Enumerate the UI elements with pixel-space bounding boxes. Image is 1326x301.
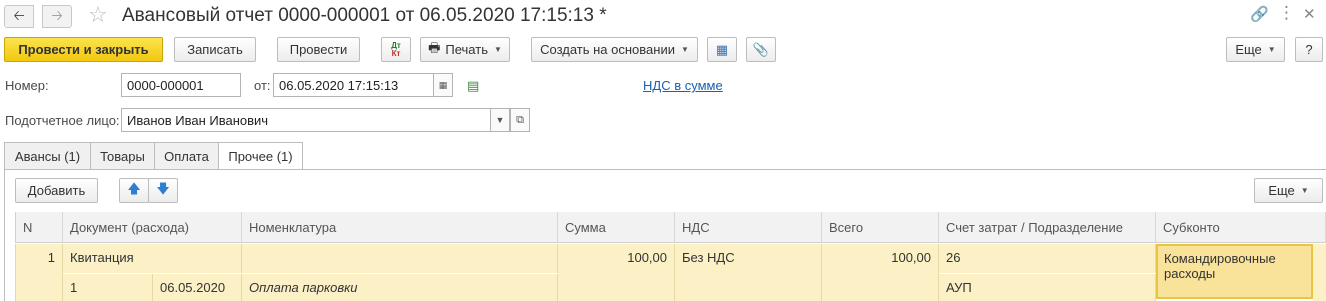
subconto-cell[interactable]: Командировочные расходы <box>1156 244 1313 299</box>
chevron-down-icon: ▼ <box>1300 186 1309 195</box>
create-based-label: Создать на основании <box>540 42 675 57</box>
create-based-on-button[interactable]: Создать на основании ▼ <box>531 37 698 62</box>
column-header-document[interactable]: Документ (расхода) <box>63 212 242 243</box>
printer-icon: 🖶 <box>428 39 441 55</box>
column-header-total[interactable]: Всего <box>822 212 939 243</box>
nomenclature-cell[interactable] <box>242 244 558 273</box>
open-icon[interactable]: ⧉ <box>510 108 530 132</box>
more-button[interactable]: Еще ▼ <box>1226 37 1285 62</box>
tab-other[interactable]: Прочее (1) <box>218 142 303 170</box>
document-date-cell[interactable]: 06.05.2020 <box>153 274 242 301</box>
move-up-button[interactable]: 🡅 <box>119 178 149 203</box>
calendar-icon[interactable]: ▦ <box>433 73 453 97</box>
arrow-left-icon: 🡠 <box>13 6 25 23</box>
person-field[interactable]: Иванов Иван Иванович <box>121 108 491 132</box>
tab-goods[interactable]: Товары <box>90 142 155 169</box>
tab-payment[interactable]: Оплата <box>154 142 219 169</box>
sum-cell[interactable]: 100,00 <box>558 244 675 301</box>
print-button[interactable]: 🖶 Печать ▼ <box>420 37 510 62</box>
column-header-n[interactable]: N <box>15 212 63 243</box>
paperclip-icon: 📎 <box>752 41 770 57</box>
department-cell[interactable]: АУП <box>939 274 1156 301</box>
column-header-nomenclature[interactable]: Номенклатура <box>242 212 558 243</box>
table-more-label: Еще <box>1268 183 1295 198</box>
number-label: Номер: <box>5 78 49 93</box>
attachment-button[interactable]: 📎 <box>746 37 776 62</box>
move-down-button[interactable]: 🡇 <box>148 178 178 203</box>
save-button[interactable]: Записать <box>174 37 256 62</box>
chevron-down-icon: ▼ <box>1267 45 1276 54</box>
post-and-close-button[interactable]: Провести и закрыть <box>4 37 163 62</box>
row-number[interactable]: 1 <box>15 244 63 301</box>
dt-kt-icon: Дт Кт <box>391 40 401 58</box>
chevron-down-icon: ▼ <box>493 45 502 54</box>
close-icon[interactable]: ✕ <box>1303 5 1316 23</box>
more-label: Еще <box>1235 42 1262 57</box>
dt-kt-button[interactable]: Дт Кт <box>381 37 411 62</box>
help-button[interactable]: ? <box>1295 37 1323 62</box>
back-button[interactable]: 🡠 <box>4 5 34 28</box>
add-button[interactable]: Добавить <box>15 178 98 203</box>
column-header-sum[interactable]: Сумма <box>558 212 675 243</box>
row-filler <box>1313 244 1326 301</box>
hierarchy-icon: ▦ <box>715 41 729 57</box>
document-number-cell[interactable]: 1 <box>63 274 153 301</box>
post-button[interactable]: Провести <box>277 37 360 62</box>
number-field[interactable]: 0000-000001 <box>121 73 241 97</box>
table-more-button[interactable]: Еще ▼ <box>1254 178 1323 203</box>
document-type-cell[interactable]: Квитанция <box>63 244 242 273</box>
document-status-icon[interactable]: ▤ <box>467 78 479 94</box>
favorite-star-icon[interactable]: ☆ <box>88 2 108 28</box>
page-title: Авансовый отчет 0000-000001 от 06.05.202… <box>122 5 607 26</box>
vat-in-sum-link[interactable]: НДС в сумме <box>643 78 723 93</box>
arrow-down-icon: 🡇 <box>156 180 170 196</box>
account-cell[interactable]: 26 <box>939 244 1156 273</box>
chevron-down-icon: ▼ <box>680 45 689 54</box>
column-header-vat[interactable]: НДС <box>675 212 822 243</box>
forward-button[interactable]: 🡢 <box>42 5 72 28</box>
total-cell[interactable]: 100,00 <box>822 244 939 301</box>
print-label: Печать <box>445 42 488 57</box>
date-label: от: <box>254 78 271 93</box>
person-label: Подотчетное лицо: <box>5 113 120 128</box>
title-bar: 🡠 🡢 ☆ Авансовый отчет 0000-000001 от 06.… <box>0 0 1326 32</box>
nomenclature-content-cell[interactable]: Оплата парковки <box>242 274 558 301</box>
arrow-up-icon: 🡅 <box>127 180 141 196</box>
column-header-account[interactable]: Счет затрат / Подразделение <box>939 212 1156 243</box>
arrow-right-icon: 🡢 <box>51 6 63 23</box>
column-header-subconto[interactable]: Субконто <box>1156 212 1326 243</box>
structure-button[interactable]: ▦ <box>707 37 737 62</box>
date-field[interactable]: 06.05.2020 17:15:13 <box>273 73 435 97</box>
vat-cell[interactable]: Без НДС <box>675 244 822 301</box>
link-icon[interactable]: 🔗 <box>1250 5 1269 23</box>
dropdown-icon[interactable]: ▼ <box>490 108 510 132</box>
menu-dots-icon[interactable]: ⋮ <box>1278 3 1295 23</box>
tab-advances[interactable]: Авансы (1) <box>4 142 91 169</box>
